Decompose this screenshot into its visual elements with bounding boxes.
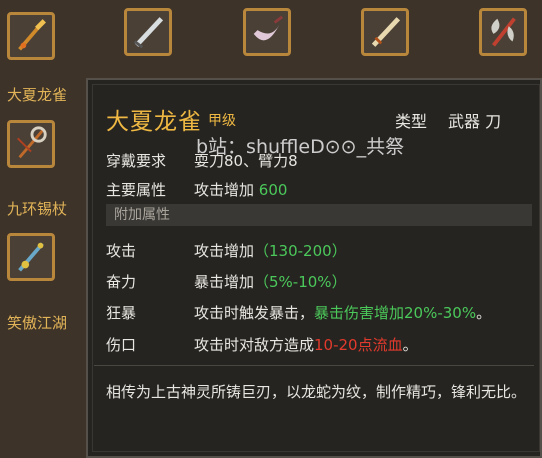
item-label-7: 笑傲江湖	[7, 314, 68, 332]
wound-label: 伤口	[106, 336, 137, 354]
ring-staff-icon	[17, 126, 47, 159]
item-grade: 甲级	[208, 113, 236, 129]
saber-icon	[371, 17, 401, 47]
item-description: 相传为上古神灵所铸巨刃，以龙蛇为纹，制作精巧，锋利无比。	[106, 383, 527, 401]
item-label-1: 大夏龙雀	[7, 86, 68, 104]
attribute-text: 攻击增加	[194, 242, 255, 260]
attribute-value-wrap: 暴击增加（5%-10%）	[194, 271, 347, 292]
type-label: 类型	[395, 112, 428, 131]
item-slot-2[interactable]	[124, 8, 172, 56]
item-slot-dragon-blade[interactable]	[7, 12, 55, 60]
item-label-6: 九环锡杖	[7, 200, 68, 218]
battle-axe-icon	[491, 17, 516, 47]
wound-effect: 10-20点流血	[314, 336, 403, 354]
main-attr-label: 主要属性	[106, 181, 167, 199]
rage-effect: 暴击伤害增加20%-30%	[314, 304, 477, 322]
attribute-value-wrap: 攻击增加（130-200）	[194, 240, 347, 261]
attribute-range: （5%-10%）	[254, 273, 347, 291]
wound-value-wrap: 攻击时对敌方造成10-20点流血。	[194, 334, 418, 355]
attribute-label: 奋力	[106, 273, 137, 291]
golden-spear-icon	[18, 19, 46, 51]
attribute-text: 暴击增加	[194, 273, 255, 291]
attribute-range: （130-200）	[254, 242, 347, 260]
item-slot-4[interactable]	[361, 8, 409, 56]
main-attr-value-wrap: 攻击增加 600	[194, 179, 287, 200]
steel-sword-icon	[133, 17, 164, 49]
item-slot-3[interactable]	[243, 8, 291, 56]
attribute-label: 攻击	[106, 242, 137, 260]
rage-text: 攻击时触发暴击，	[194, 304, 315, 322]
item-title: 大夏龙雀	[106, 109, 202, 135]
requirement-label: 穿戴要求	[106, 152, 167, 170]
wound-end: 。	[402, 336, 418, 354]
item-slot-ring-staff[interactable]	[7, 120, 55, 168]
crescent-blade-icon	[253, 15, 284, 41]
tooltip-divider	[94, 365, 534, 366]
item-slot-5[interactable]	[479, 8, 527, 56]
rage-label: 狂暴	[106, 304, 137, 322]
main-attr-text: 攻击增加	[194, 181, 259, 199]
main-attr-number: 600	[258, 181, 288, 199]
rage-value-wrap: 攻击时触发暴击，暴击伤害增加20%-30%。	[194, 302, 491, 323]
type-value: 武器 刀	[448, 112, 502, 131]
extra-attributes-header: 附加属性	[106, 204, 532, 226]
item-slot-blue-staff[interactable]	[7, 233, 55, 281]
blue-staff-icon	[18, 242, 44, 272]
wound-text: 攻击时对敌方造成	[194, 336, 315, 354]
watermark: b站：shuffleD⊙⊙_共祭	[196, 136, 405, 158]
rage-end: 。	[476, 304, 492, 322]
